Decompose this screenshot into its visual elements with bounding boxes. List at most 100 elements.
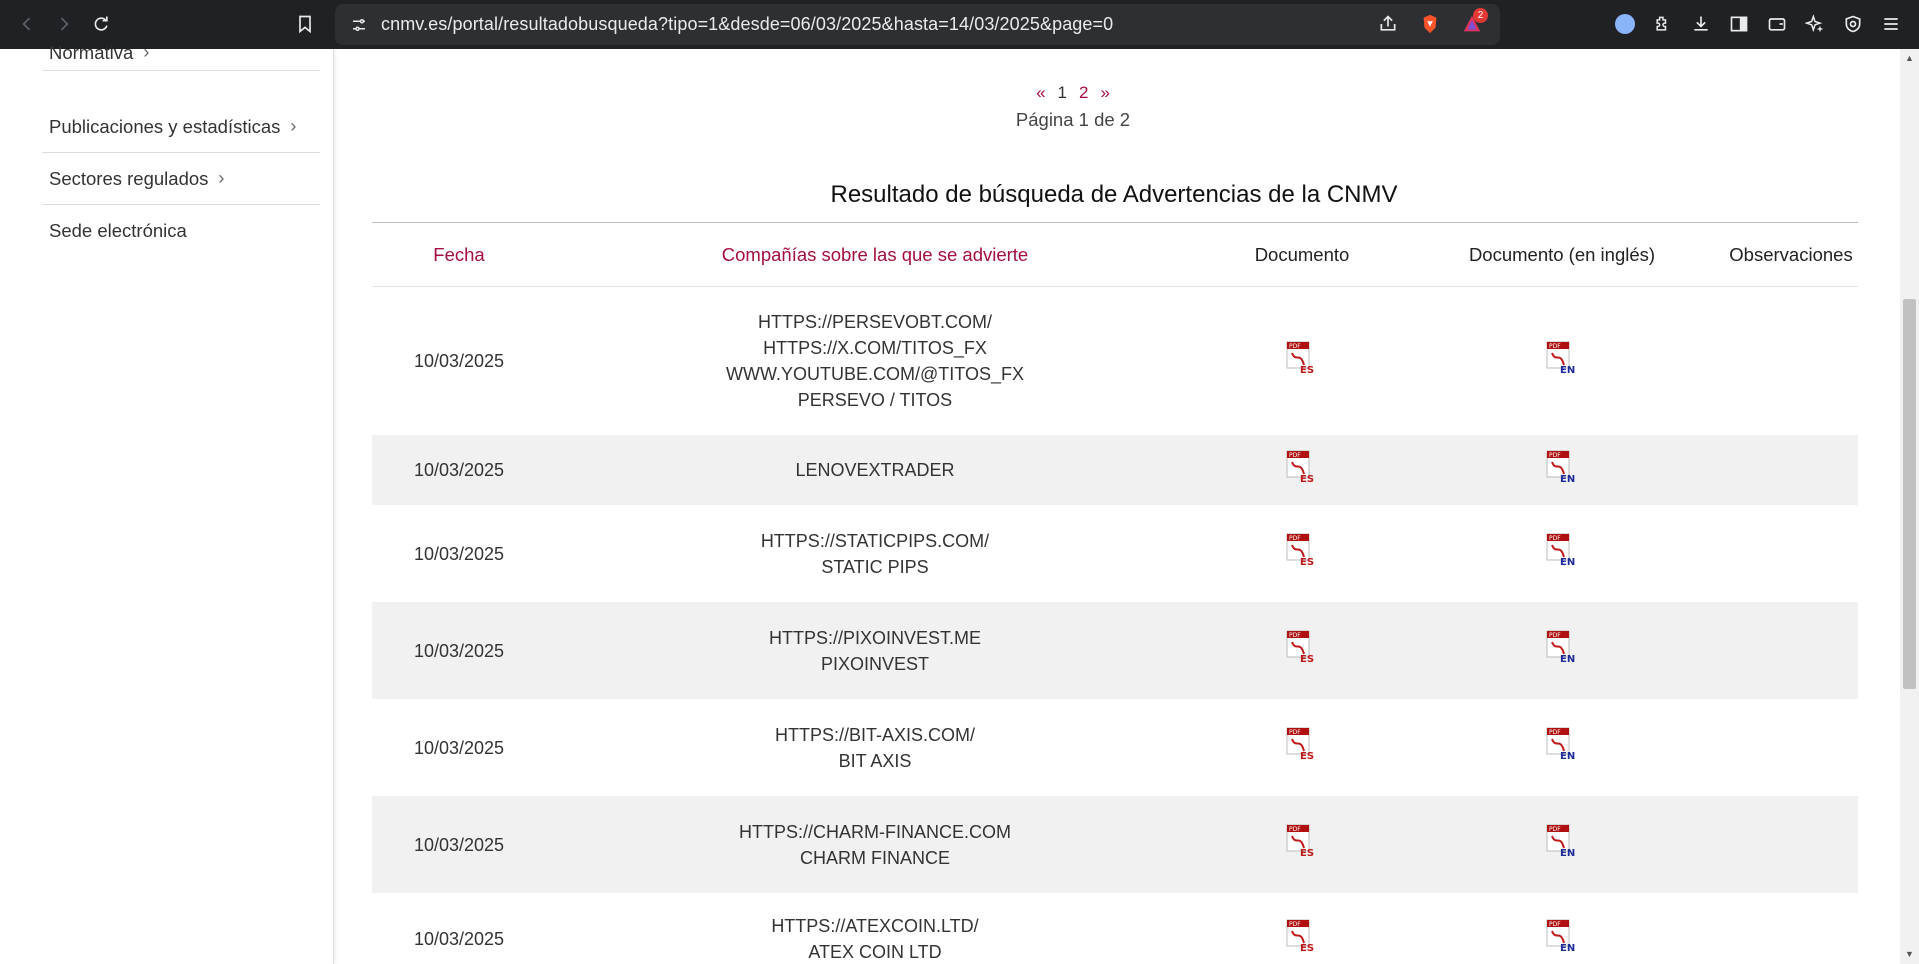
- svg-text:PDF: PDF: [1289, 632, 1301, 639]
- row-companies: HTTPS://ATEXCOIN.LTD/ATEX COIN LTD: [546, 913, 1204, 964]
- svg-text:ES: ES: [1300, 557, 1314, 567]
- sidebar-nav: Normativa › Publicaciones y estadísticas…: [0, 42, 334, 964]
- svg-text:PDF: PDF: [1289, 729, 1301, 736]
- wallet-icon[interactable]: [1759, 6, 1795, 42]
- sidebar-item-sede[interactable]: Sede electrónica: [42, 205, 320, 257]
- row-document-en: PDF EN: [1400, 341, 1724, 382]
- table-row: 10/03/2025 HTTPS://PIXOINVEST.ME PIXOINVES…: [372, 602, 1858, 699]
- column-header-observaciones: Observaciones: [1729, 243, 1853, 265]
- svg-text:ES: ES: [1300, 365, 1314, 375]
- pagination: « 1 2 »: [1036, 83, 1110, 103]
- row-document-es: PDF ES: [1204, 341, 1400, 382]
- row-date: 10/03/2025: [413, 460, 505, 480]
- pdf-en-icon[interactable]: PDF EN: [1546, 919, 1578, 954]
- back-button[interactable]: [9, 6, 45, 42]
- url-text[interactable]: cnmv.es/portal/resultadobusqueda?tipo=1&…: [381, 14, 1113, 35]
- row-date: 10/03/2025: [413, 929, 505, 949]
- row-date: 10/03/2025: [413, 351, 505, 371]
- page-scrollbar[interactable]: ▲ ▼: [1900, 49, 1919, 964]
- company-line: BIT AXIS: [838, 750, 912, 771]
- pagination-page-2[interactable]: 2: [1079, 83, 1088, 103]
- scroll-down-icon[interactable]: ▼: [1904, 949, 1915, 960]
- row-document-es: PDF ES: [1204, 824, 1400, 865]
- pagination-prev[interactable]: «: [1036, 83, 1045, 103]
- svg-text:PDF: PDF: [1289, 826, 1301, 833]
- row-date: 10/03/2025: [413, 834, 505, 855]
- sidebar-item-normativa[interactable]: Normativa ›: [42, 35, 320, 71]
- svg-text:ES: ES: [1300, 654, 1314, 664]
- company-line: ATEX COIN LTD: [808, 942, 942, 962]
- table-header: Fecha Compañías sobre las que se adviert…: [372, 223, 1858, 287]
- download-icon[interactable]: [1683, 6, 1719, 42]
- pdf-en-icon[interactable]: PDF EN: [1546, 727, 1578, 762]
- menu-icon[interactable]: [1873, 6, 1909, 42]
- svg-text:PDF: PDF: [1289, 452, 1301, 459]
- pdf-es-icon[interactable]: PDF ES: [1286, 727, 1318, 762]
- svg-text:ES: ES: [1300, 751, 1314, 761]
- company-line: HTTPS://PERSEVOBT.COM/: [757, 312, 993, 332]
- bookmark-icon: [299, 15, 311, 34]
- svg-text:PDF: PDF: [1549, 826, 1561, 833]
- pdf-es-icon[interactable]: PDF ES: [1286, 630, 1318, 665]
- pdf-es-icon[interactable]: PDF ES: [1286, 919, 1318, 954]
- row-companies: HTTPS://PERSEVOBT.COM/HTTPS://X.COM/TITO…: [546, 309, 1204, 413]
- pdf-en-icon[interactable]: PDF EN: [1546, 630, 1578, 665]
- table-row: 10/03/2025 HTTPS://BIT-AXIS.COM/BIT AXIS P…: [372, 699, 1858, 796]
- pdf-en-icon[interactable]: PDF EN: [1546, 341, 1578, 376]
- scroll-thumb[interactable]: [1903, 299, 1916, 689]
- company-line: HTTPS://PIXOINVEST.ME: [768, 627, 982, 648]
- row-document-en: PDF EN: [1400, 919, 1724, 960]
- pdf-es-icon[interactable]: PDF ES: [1286, 533, 1318, 568]
- company-line: HTTPS://STATICPIPS.COM/: [760, 530, 990, 551]
- svg-text:PDF: PDF: [1549, 535, 1561, 542]
- reload-icon: [94, 16, 108, 31]
- sidebar-toggle-icon[interactable]: [1721, 6, 1757, 42]
- pdf-en-icon[interactable]: PDF EN: [1546, 450, 1578, 485]
- column-header-companias[interactable]: Compañías sobre las que se advierte: [546, 244, 1204, 266]
- row-document-es: PDF ES: [1204, 450, 1400, 491]
- pdf-es-icon[interactable]: PDF ES: [1286, 824, 1318, 859]
- sidebar-item-publicaciones[interactable]: Publicaciones y estadísticas ›: [42, 101, 320, 153]
- share-icon[interactable]: [1370, 6, 1406, 42]
- pdf-en-icon[interactable]: PDF EN: [1546, 824, 1578, 859]
- svg-text:ES: ES: [1300, 474, 1314, 484]
- company-line: PERSEVO / TITOS: [797, 390, 953, 410]
- sidebar-item-sectores[interactable]: Sectores regulados ›: [42, 153, 320, 205]
- address-bar[interactable]: cnmv.es/portal/resultadobusqueda?tipo=1&…: [335, 4, 1500, 45]
- site-settings-icon[interactable]: [341, 7, 377, 43]
- svg-text:EN: EN: [1560, 751, 1575, 761]
- cursor-extension-icon[interactable]: [1607, 6, 1643, 42]
- pdf-es-icon[interactable]: PDF ES: [1286, 341, 1318, 376]
- row-date: 10/03/2025: [413, 737, 505, 758]
- sidebar-item-label: Normativa: [49, 41, 134, 63]
- row-document-en: PDF EN: [1400, 533, 1724, 574]
- table-row: 10/03/2025 HTTPS://STATICPIPS.COM/STATIC …: [372, 505, 1858, 602]
- row-document-en: PDF EN: [1400, 824, 1724, 865]
- sidebar-item-label: Publicaciones y estadísticas: [49, 115, 281, 137]
- arrow-right-icon: [60, 17, 69, 31]
- company-line: CHARM FINANCE: [799, 847, 950, 868]
- pdf-es-icon[interactable]: PDF ES: [1286, 450, 1318, 485]
- pagination-next[interactable]: »: [1100, 83, 1109, 103]
- table-row: 10/03/2025 HTTPS://CHARM-FINANCE.COM CHARM…: [372, 796, 1858, 893]
- brave-shields-icon[interactable]: [1412, 6, 1448, 42]
- svg-text:EN: EN: [1560, 943, 1575, 953]
- column-header-fecha[interactable]: Fecha: [372, 244, 546, 266]
- leo-ai-icon[interactable]: [1797, 6, 1833, 42]
- pdf-en-icon[interactable]: PDF EN: [1546, 533, 1578, 568]
- row-companies: HTTPS://STATICPIPS.COM/STATIC PIPS: [546, 528, 1204, 580]
- vpn-shield-icon[interactable]: [1835, 6, 1871, 42]
- row-document-es: PDF ES: [1204, 919, 1400, 960]
- arrow-left-icon: [22, 17, 31, 31]
- brave-rewards-icon[interactable]: 2: [1454, 6, 1490, 42]
- company-line: STATIC PIPS: [821, 556, 929, 577]
- svg-text:EN: EN: [1560, 557, 1575, 567]
- svg-text:EN: EN: [1560, 654, 1575, 664]
- results-title: Resultado de búsqueda de Advertencias de…: [830, 181, 1398, 208]
- svg-text:PDF: PDF: [1549, 729, 1561, 736]
- row-document-en: PDF EN: [1400, 727, 1724, 768]
- scroll-up-icon[interactable]: ▲: [1904, 53, 1915, 64]
- table-row: 10/03/2025 HTTPS://ATEXCOIN.LTD/ATEX COIN…: [372, 893, 1858, 964]
- extensions-icon[interactable]: [1645, 6, 1681, 42]
- chevron-right-icon: ›: [143, 42, 150, 62]
